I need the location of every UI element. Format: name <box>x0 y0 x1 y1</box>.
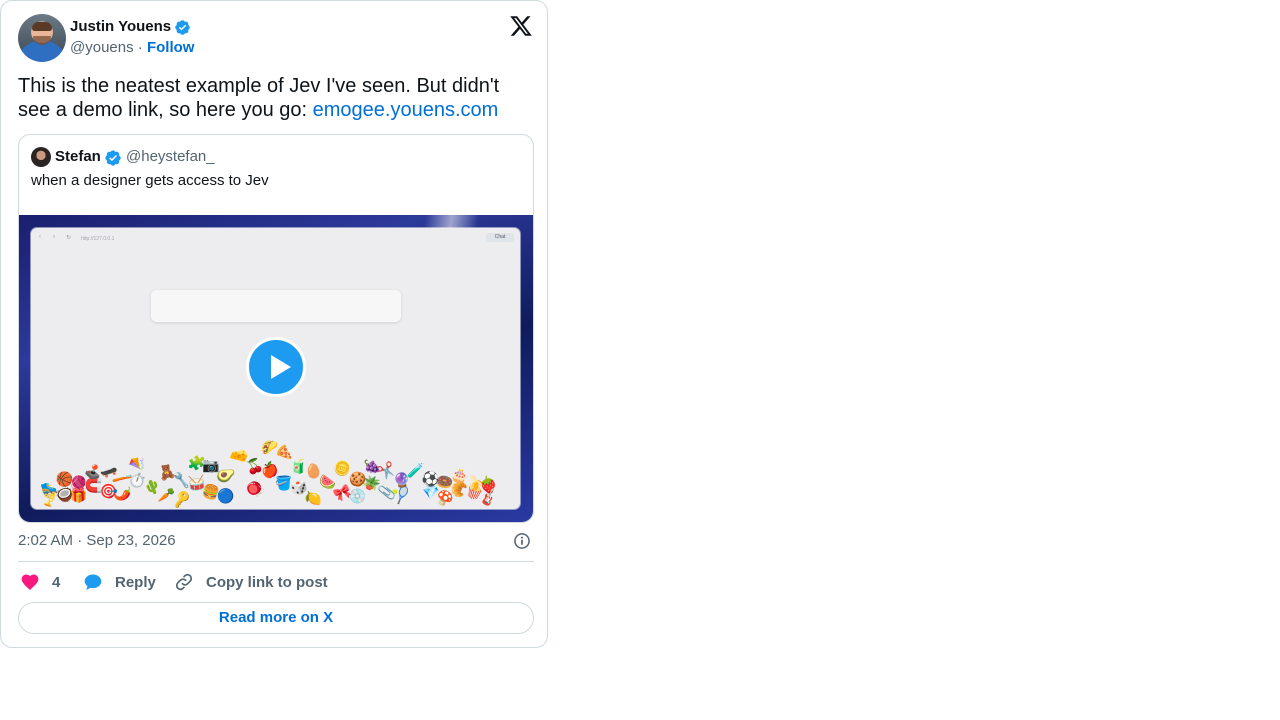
browser-url: http://127.0.0.1 <box>81 236 115 242</box>
like-count: 4 <box>52 573 61 591</box>
link-icon <box>175 573 193 591</box>
emoji-pile: 🎺 ⏱️ 🔵 🥚 🎾 🍓 🌶️ 📷 🎲 ✂️ 🍿 🛹 🥁 🍕 🪴 🎂 🧲 🔑 🍎 💿 🍩 🎁 🧸 🪀 🪙 💎 🏀 🌵 🧀 🍉 🧪 🛼 🪁 🥑 🍋 🔮 🎸… <box>41 428 511 508</box>
quoted-post-text: when a designer gets access to Jev <box>31 172 269 189</box>
quoted-author-name[interactable]: Stefan <box>55 148 101 165</box>
post-text: This is the neatest example of Jev I've … <box>18 74 528 122</box>
author-avatar[interactable] <box>18 14 66 62</box>
emoji-item: 🪁 <box>126 452 149 475</box>
browser-toolbar: ‹ › ↻ http://127.0.0.1 Chat <box>31 228 520 250</box>
emoji-item: 🔮 <box>391 471 411 489</box>
emoji-item: 🍒 <box>244 455 265 476</box>
actions-divider <box>18 561 534 562</box>
heart-icon <box>21 574 39 590</box>
back-icon: ‹ <box>39 234 41 240</box>
copy-link-label: Copy link to post <box>206 573 328 591</box>
browser-search-field <box>151 290 401 322</box>
embedded-post-card: Justin Youens @youens · Follow This is t… <box>0 0 548 648</box>
follow-button[interactable]: Follow <box>147 39 195 56</box>
reload-icon: ↻ <box>66 235 72 241</box>
emoji-item: 🥥 <box>54 484 75 503</box>
emoji-item: 🥕 <box>158 487 176 504</box>
quoted-author-avatar[interactable] <box>31 147 51 167</box>
quoted-verified-badge-icon <box>105 150 121 166</box>
verified-badge-icon <box>175 20 190 35</box>
quoted-video[interactable]: ‹ › ↻ http://127.0.0.1 Chat 🎺 ⏱️ 🔵 🥚 🎾 🍓 🌶️ 📷 🎲 ✂… <box>19 215 533 522</box>
x-logo-icon[interactable] <box>509 14 533 38</box>
author-handle-line: @youens · Follow <box>70 39 194 56</box>
forward-icon: › <box>53 234 55 240</box>
author-handle[interactable]: @youens <box>70 39 134 56</box>
emoji-item: 🪀 <box>243 477 267 500</box>
play-button-icon[interactable] <box>246 337 306 397</box>
emoji-item: 🍋 <box>303 488 324 508</box>
emoji-item: 🪣 <box>275 474 294 491</box>
reply-label: Reply <box>115 573 156 591</box>
emoji-item: 🧩 <box>186 453 207 473</box>
reply-bubble-icon <box>84 574 102 590</box>
read-more-button[interactable]: Read more on X <box>18 602 534 634</box>
post-timestamp[interactable]: 2:02 AM · Sep 23, 2026 <box>18 532 176 549</box>
author-name[interactable]: Justin Youens <box>70 18 171 35</box>
emoji-item: 📎 <box>376 482 397 502</box>
copy-link-button[interactable]: Copy link to post <box>174 570 328 594</box>
quoted-author-handle[interactable]: @heystefan_ <box>126 148 215 165</box>
like-button[interactable]: 4 <box>20 570 60 594</box>
emoji-item: 🌮 <box>259 437 280 456</box>
emoji-item: 🔧 <box>172 471 192 489</box>
reply-button[interactable]: Reply <box>83 570 156 594</box>
emoji-item: 🧃 <box>289 457 308 475</box>
emoji-item: 🎸 <box>478 486 500 508</box>
demo-link[interactable]: emogee.youens.com <box>313 99 499 121</box>
info-icon[interactable] <box>512 531 532 551</box>
quoted-post[interactable]: Stefan @heystefan_ when a designer gets … <box>18 134 534 523</box>
browser-chat-button: Chat <box>486 233 514 242</box>
emoji-item: 🥑 <box>214 464 237 486</box>
handle-separator: · <box>137 39 143 56</box>
